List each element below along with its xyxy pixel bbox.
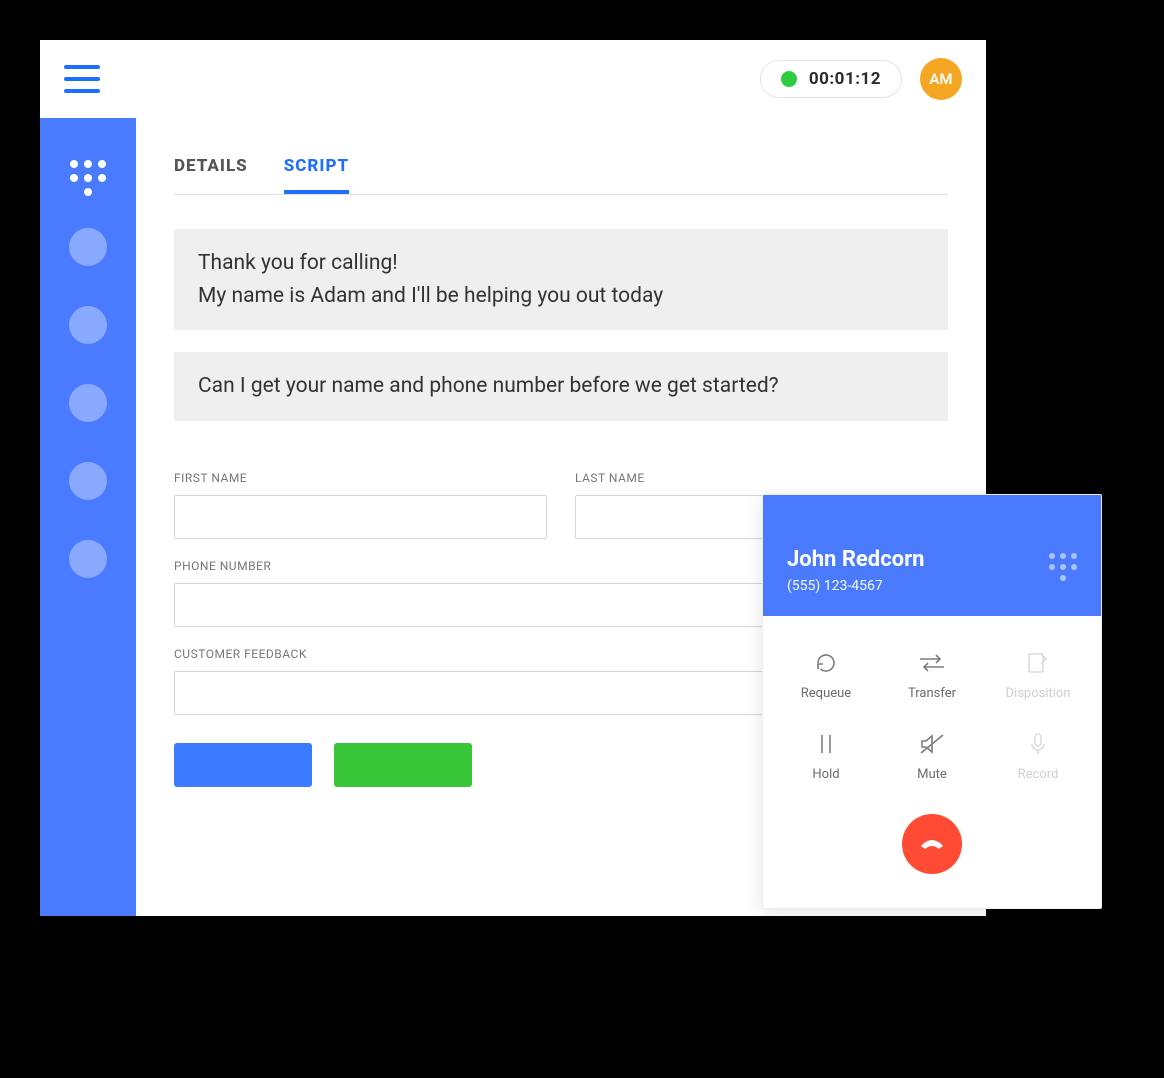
call-timer: 00:01:12 — [809, 69, 881, 89]
requeue-button[interactable]: Requeue — [773, 650, 879, 701]
call-panel-header: John Redcorn (555) 123-4567 — [763, 495, 1101, 616]
caller-name: John Redcorn — [787, 547, 924, 572]
status-dot-icon — [781, 71, 797, 87]
mute-label: Mute — [917, 767, 947, 782]
disposition-icon — [1027, 650, 1049, 676]
transfer-button[interactable]: Transfer — [879, 650, 985, 701]
requeue-icon — [814, 650, 838, 676]
sidebar-item[interactable] — [69, 384, 107, 422]
dialpad-icon[interactable] — [1049, 553, 1077, 581]
primary-button[interactable] — [174, 743, 312, 787]
tab-details[interactable]: DETAILS — [174, 156, 248, 194]
secondary-button[interactable] — [334, 743, 472, 787]
menu-icon[interactable] — [64, 65, 100, 93]
caller-phone: (555) 123-4567 — [787, 578, 924, 594]
transfer-label: Transfer — [908, 686, 956, 701]
tab-bar: DETAILS SCRIPT — [174, 156, 948, 195]
hold-icon — [817, 731, 835, 757]
call-panel: John Redcorn (555) 123-4567 Requeue Tran… — [762, 494, 1102, 909]
call-actions: Requeue Transfer Disposition Hold Mute — [763, 616, 1101, 802]
hangup-icon — [917, 829, 947, 859]
script-block: Can I get your name and phone number bef… — [174, 352, 948, 421]
script-block: Thank you for calling! My name is Adam a… — [174, 229, 948, 330]
hold-button[interactable]: Hold — [773, 731, 879, 782]
topbar: 00:01:12 AM — [40, 40, 986, 118]
disposition-label: Disposition — [1006, 686, 1071, 701]
record-label: Record — [1018, 767, 1059, 782]
tab-script[interactable]: SCRIPT — [284, 156, 349, 194]
mute-button[interactable]: Mute — [879, 731, 985, 782]
sidebar-item[interactable] — [69, 462, 107, 500]
last-name-label: LAST NAME — [575, 471, 948, 485]
record-icon — [1029, 731, 1047, 757]
sidebar-item[interactable] — [69, 228, 107, 266]
requeue-label: Requeue — [801, 686, 851, 701]
transfer-icon — [918, 650, 946, 676]
mute-icon — [919, 731, 945, 757]
sidebar — [40, 118, 136, 916]
sidebar-item[interactable] — [69, 306, 107, 344]
record-button: Record — [985, 731, 1091, 782]
disposition-button: Disposition — [985, 650, 1091, 701]
hangup-button[interactable] — [902, 814, 962, 874]
first-name-field[interactable] — [174, 495, 547, 539]
sidebar-item[interactable] — [69, 540, 107, 578]
first-name-label: FIRST NAME — [174, 471, 547, 485]
dialpad-logo-icon — [68, 160, 108, 188]
hold-label: Hold — [812, 767, 839, 782]
call-timer-pill[interactable]: 00:01:12 — [760, 60, 902, 98]
avatar[interactable]: AM — [920, 58, 962, 100]
